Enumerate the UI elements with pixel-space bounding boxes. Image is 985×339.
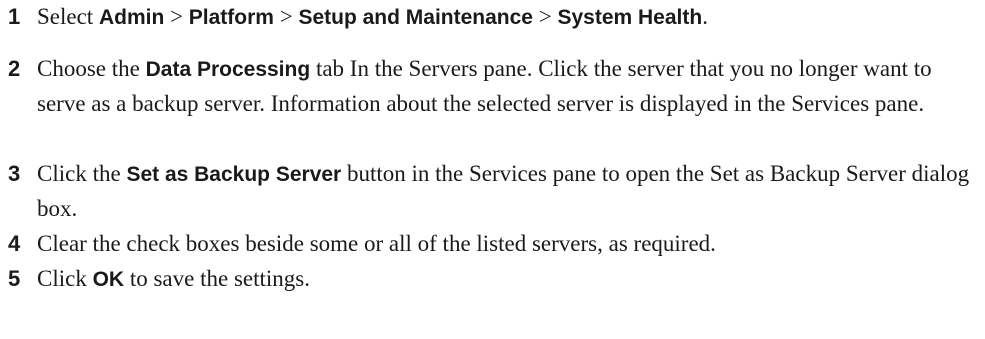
step-2: 2 Choose the Data Processing tab In the …	[0, 52, 985, 121]
menu-system-health: System Health	[557, 6, 703, 29]
step-text: Click OK to save the settings.	[37, 266, 310, 291]
step-number: 2	[8, 56, 21, 81]
step-text: Clear the check boxes beside some or all…	[37, 231, 716, 256]
step-5: 5 Click OK to save the settings.	[0, 262, 985, 297]
step-3: 3 Click the Set as Backup Server button …	[0, 157, 985, 226]
step-number: 1	[8, 4, 21, 29]
set-as-backup-server-label: Set as Backup Server	[126, 163, 342, 186]
step-number: 4	[8, 231, 21, 256]
step-number: 5	[8, 266, 21, 291]
menu-admin: Admin	[98, 6, 165, 29]
step-text: Select Admin > Platform > Setup and Main…	[37, 4, 708, 29]
step-text: Click the Set as Backup Server button in…	[37, 161, 970, 221]
step-4: 4 Clear the check boxes beside some or a…	[0, 227, 985, 261]
step-text: Choose the Data Processing tab In the Se…	[37, 56, 932, 116]
step-number: 3	[8, 161, 21, 186]
step-1: 1 Select Admin > Platform > Setup and Ma…	[0, 0, 985, 35]
ok-label: OK	[92, 268, 125, 291]
menu-setup-maintenance: Setup and Maintenance	[298, 6, 533, 29]
menu-platform: Platform	[188, 6, 274, 29]
tab-data-processing: Data Processing	[145, 58, 311, 81]
